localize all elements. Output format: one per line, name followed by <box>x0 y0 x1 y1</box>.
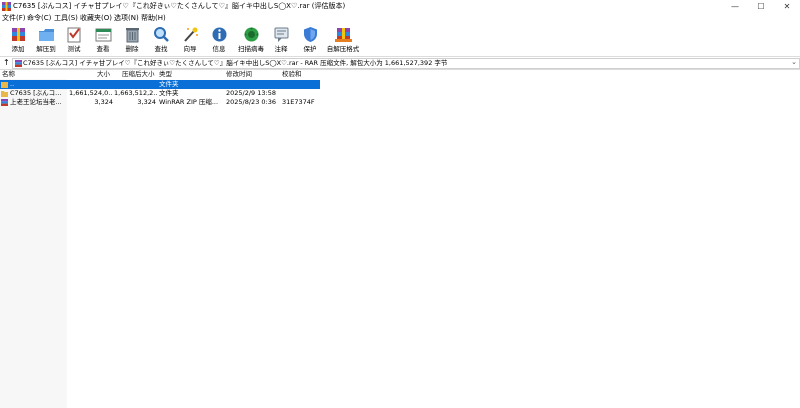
sfx-icon <box>335 28 352 42</box>
column-header: 名称 大小 压缩后大小 类型 修改时间 校验和 <box>0 69 320 79</box>
wizard-button[interactable]: 向导 <box>176 24 204 56</box>
comment-icon <box>274 27 289 42</box>
info-label: 信息 <box>212 45 226 53</box>
row-type: WinRAR ZIP 压缩... <box>159 98 219 106</box>
row-size: 3,324 <box>94 98 113 106</box>
sfx-button[interactable]: 自解压格式 <box>327 24 359 56</box>
scan-virus-icon <box>244 27 259 42</box>
menu-help[interactable]: 帮助(H) <box>141 13 166 24</box>
address-path-field[interactable]: C7635 [ぶんコス] イチャ甘プレイ♡『これ好きぃ♡たくさんして♡』脳イキ中… <box>12 58 800 69</box>
view-button[interactable]: 查看 <box>89 24 117 56</box>
comment-button[interactable]: 注释 <box>267 24 295 56</box>
row-packed-size: 1,663,512,2... <box>114 89 158 97</box>
row-type: 文件夹 <box>159 80 179 88</box>
row-type: 文件夹 <box>159 89 179 97</box>
toolbar: 添加 解压到 测试 查看 删除 查找 向导 信息 扫描病毒 注释 保护 自解压格… <box>0 24 800 56</box>
row-crc: 31E7374F <box>282 98 315 106</box>
row-name: 上老王论坛当老... <box>10 98 62 106</box>
menu-options[interactable]: 选项(N) <box>114 13 139 24</box>
column-name[interactable]: 名称 <box>2 69 15 79</box>
row-name: .. <box>10 80 15 88</box>
address-bar: ↑ C7635 [ぶんコス] イチャ甘プレイ♡『これ好きぃ♡たくさんして♡』脳イ… <box>0 56 800 70</box>
minimize-button[interactable]: — <box>722 0 748 13</box>
menu-tools[interactable]: 工具(S) <box>54 13 78 24</box>
column-crc[interactable]: 校验和 <box>282 69 302 79</box>
folder-icon <box>1 91 8 97</box>
protect-icon <box>304 27 317 42</box>
chevron-down-icon[interactable]: ⌄ <box>791 58 797 66</box>
find-icon <box>154 27 169 42</box>
parent-folder-icon <box>1 82 8 88</box>
delete-button[interactable]: 删除 <box>118 24 146 56</box>
table-row[interactable]: .. 文件夹 <box>0 80 320 89</box>
extract-to-icon <box>39 29 54 41</box>
rar-file-icon <box>1 99 8 106</box>
info-icon <box>212 27 227 42</box>
row-modified: 2025/8/23 0:36 <box>226 98 276 106</box>
column-packed-size[interactable]: 压缩后大小 <box>122 69 155 79</box>
scan-virus-button[interactable]: 扫描病毒 <box>237 24 265 56</box>
wizard-icon <box>184 27 198 42</box>
up-one-level-button[interactable]: ↑ <box>3 57 10 68</box>
column-size[interactable]: 大小 <box>97 69 110 79</box>
add-archive-icon <box>12 28 25 41</box>
row-name: C7635 [ぶんコ... <box>10 89 62 97</box>
find-button[interactable]: 查找 <box>147 24 175 56</box>
menu-file[interactable]: 文件(F) <box>2 13 26 24</box>
maximize-button[interactable]: ☐ <box>748 0 774 13</box>
protect-label: 保护 <box>303 45 317 53</box>
address-path-text: C7635 [ぶんコス] イチャ甘プレイ♡『これ好きぃ♡たくさんして♡』脳イキ中… <box>23 59 448 67</box>
row-size: 1,661,524,0... <box>69 89 113 97</box>
test-button[interactable]: 测试 <box>60 24 88 56</box>
table-row[interactable]: C7635 [ぶんコ... 1,661,524,0... 1,663,512,2… <box>0 89 320 98</box>
table-row[interactable]: 上老王论坛当老... 3,324 3,324 WinRAR ZIP 压缩... … <box>0 98 320 107</box>
info-button[interactable]: 信息 <box>205 24 233 56</box>
close-button[interactable]: ✕ <box>774 0 800 13</box>
sfx-label: 自解压格式 <box>326 45 360 53</box>
menu-favorites[interactable]: 收藏夹(O) <box>80 13 112 24</box>
window-title: C7635 [ぶんコス] イチャ甘プレイ♡『これ好きぃ♡たくさんして♡』脳イキ中… <box>13 2 346 10</box>
winrar-app-icon <box>2 2 11 11</box>
menu-bar: 文件(F) 命令(C) 工具(S) 收藏夹(O) 选项(N) 帮助(H) <box>0 13 800 24</box>
protect-button[interactable]: 保护 <box>296 24 324 56</box>
menu-commands[interactable]: 命令(C) <box>27 13 51 24</box>
view-icon <box>95 28 112 42</box>
title-bar: C7635 [ぶんコス] イチャ甘プレイ♡『これ好きぃ♡たくさんして♡』脳イキ中… <box>0 0 800 13</box>
row-modified: 2025/2/9 13:58 <box>226 89 276 97</box>
row-packed-size: 3,324 <box>137 98 156 106</box>
column-type[interactable]: 类型 <box>159 69 172 79</box>
delete-icon <box>126 28 139 43</box>
name-column-pane <box>0 79 67 408</box>
test-icon <box>67 27 81 43</box>
rar-archive-icon <box>15 60 22 67</box>
column-modified[interactable]: 修改时间 <box>226 69 252 79</box>
